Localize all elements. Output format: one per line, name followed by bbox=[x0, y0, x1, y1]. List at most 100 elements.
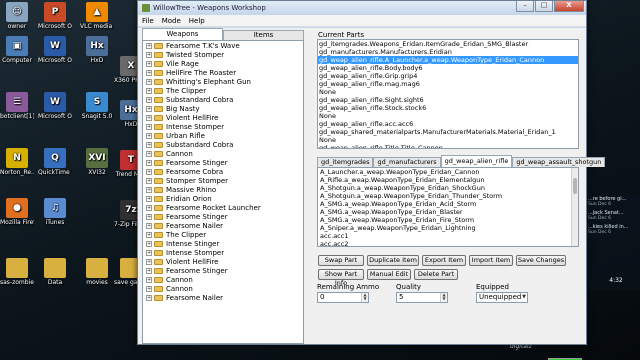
tree-node[interactable]: + The Clipper bbox=[143, 230, 303, 239]
part-category-tab[interactable]: gd_itemgrades bbox=[317, 157, 374, 167]
current-part-row[interactable]: gd_weap_alien_rifle.mag.mag6 bbox=[318, 80, 578, 88]
expand-icon[interactable]: + bbox=[146, 150, 152, 157]
part-option-row[interactable]: A_Sniper.a_weap.WeaponType_Eridan_Lightn… bbox=[318, 224, 578, 232]
tree-node[interactable]: + Fearsome Rocket Launcher bbox=[143, 203, 303, 212]
tree-node[interactable]: + The Clipper bbox=[143, 86, 303, 95]
desktop-icon[interactable]: sas-zombie... bbox=[0, 258, 34, 286]
equipped-select[interactable]: Unequipped ▼ bbox=[476, 292, 528, 303]
tree-node[interactable]: + Whitting's Elephant Gun bbox=[143, 77, 303, 86]
tree-node[interactable]: + Fearsome Cobra bbox=[143, 167, 303, 176]
desktop-icon[interactable]: ●Mozilla Firefox bbox=[0, 198, 34, 226]
expand-icon[interactable]: + bbox=[146, 213, 152, 220]
desktop-icon[interactable]: movies bbox=[80, 258, 114, 286]
title-bar[interactable]: WillowTree - Weapons Workshop – □ X bbox=[138, 1, 586, 15]
current-part-row[interactable]: gd_weap_shared_materialparts.Manufacture… bbox=[318, 128, 578, 136]
tree-node[interactable]: + Stomper Stomper bbox=[143, 176, 303, 185]
expand-icon[interactable]: + bbox=[146, 204, 152, 211]
desktop-icon[interactable]: Hx HxD bbox=[80, 36, 114, 64]
tab-items[interactable]: Items bbox=[223, 30, 304, 40]
part-options-scrollbar[interactable] bbox=[571, 168, 578, 246]
desktop-icon[interactable]: N Norton_Re... bbox=[0, 148, 34, 176]
expand-icon[interactable]: + bbox=[146, 78, 152, 85]
desktop-icon[interactable]: ▣ Computer bbox=[0, 36, 34, 64]
expand-icon[interactable]: + bbox=[146, 249, 152, 256]
tree-node[interactable]: + Fearsome Stinger bbox=[143, 212, 303, 221]
menu-mode[interactable]: Mode bbox=[162, 17, 181, 25]
tree-node[interactable]: + Intense Stinger bbox=[143, 239, 303, 248]
tree-node[interactable]: + Violent HellFire bbox=[143, 257, 303, 266]
expand-icon[interactable]: + bbox=[146, 267, 152, 274]
expand-icon[interactable]: + bbox=[146, 105, 152, 112]
part-option-row[interactable]: A_SMG.a_weap.WeaponType_Eridan_Fire_Stor… bbox=[318, 216, 578, 224]
notification-item[interactable]: ...jack Senat... Sun Dec 6 bbox=[586, 209, 640, 223]
current-part-row[interactable]: gd_manufacturers.Manufacturers.Eridian bbox=[318, 48, 578, 56]
expand-icon[interactable]: + bbox=[146, 51, 152, 58]
tree-node[interactable]: + Cannon bbox=[143, 284, 303, 293]
expand-icon[interactable]: + bbox=[146, 141, 152, 148]
tab-weapons[interactable]: Weapons bbox=[142, 28, 223, 40]
weapon-tree[interactable]: + Fearsome T.K's Wave + Twisted Stomper + Vil… bbox=[142, 40, 304, 344]
expand-icon[interactable]: + bbox=[146, 132, 152, 139]
desktop-icon[interactable]: ☺ owner bbox=[0, 2, 34, 30]
current-part-row[interactable]: None bbox=[318, 136, 578, 144]
swap-part-button[interactable]: Swap Part bbox=[318, 255, 364, 266]
tree-node[interactable]: + Intense Stomper bbox=[143, 248, 303, 257]
expand-icon[interactable]: + bbox=[146, 96, 152, 103]
part-option-row[interactable]: A_SMG.a_weap.WeaponType_Eridan_Blaster bbox=[318, 208, 578, 216]
desktop-icon[interactable]: WMicrosoft Office Wo... bbox=[38, 92, 72, 120]
part-option-row[interactable]: A_Shotgun.a_weap.WeaponType_Eridan_Thund… bbox=[318, 192, 578, 200]
tree-node[interactable]: + Fearsome T.K's Wave bbox=[143, 41, 303, 50]
part-option-row[interactable]: A_Shotgun.a_weap.WeaponType_Eridan_Shock… bbox=[318, 184, 578, 192]
tree-node[interactable]: + Fearsome Stinger bbox=[143, 158, 303, 167]
tree-node[interactable]: + Urban Rifle bbox=[143, 131, 303, 140]
spinner-arrows-icon[interactable]: ▲ ▼ bbox=[361, 293, 368, 302]
spinner-arrows-icon[interactable]: ▲ ▼ bbox=[440, 293, 447, 302]
minimize-button[interactable]: – bbox=[516, 1, 534, 12]
tree-node[interactable]: + Cannon bbox=[143, 275, 303, 284]
current-part-row[interactable]: None bbox=[318, 112, 578, 120]
menu-help[interactable]: Help bbox=[189, 17, 205, 25]
expand-icon[interactable]: + bbox=[146, 240, 152, 247]
tree-node[interactable]: + Cannon bbox=[143, 149, 303, 158]
expand-icon[interactable]: + bbox=[146, 231, 152, 238]
desktop-icon[interactable]: QQuickTime Player bbox=[38, 148, 72, 176]
expand-icon[interactable]: + bbox=[146, 258, 152, 265]
tree-node[interactable]: + Substandard Cobra bbox=[143, 95, 303, 104]
export-item-button[interactable]: Export Item bbox=[422, 255, 466, 266]
expand-icon[interactable]: + bbox=[146, 159, 152, 166]
import-item-button[interactable]: Import Item bbox=[469, 255, 513, 266]
tree-node[interactable]: + HellFire The Roaster bbox=[143, 68, 303, 77]
notification-item[interactable]: ...kies killed in... Sun Dec 6 bbox=[586, 223, 640, 237]
desktop-icon[interactable]: PMicrosoft Office Po... bbox=[38, 2, 72, 30]
delete-part-button[interactable]: Delete Part bbox=[414, 269, 458, 280]
expand-icon[interactable]: + bbox=[146, 114, 152, 121]
expand-icon[interactable]: + bbox=[146, 276, 152, 283]
part-option-row[interactable]: acc.acc1 bbox=[318, 232, 578, 240]
desktop-icon[interactable]: XVI XVI32 bbox=[80, 148, 114, 176]
expand-icon[interactable]: + bbox=[146, 195, 152, 202]
expand-icon[interactable]: + bbox=[146, 60, 152, 67]
desktop-icon[interactable]: S Snagit 5.0 bbox=[80, 92, 114, 120]
current-part-row[interactable]: gd_weap_alien_rifle.Grip.grip4 bbox=[318, 72, 578, 80]
show-part-info-button[interactable]: Show Part Info bbox=[318, 269, 364, 287]
expand-icon[interactable]: + bbox=[146, 285, 152, 292]
tree-node[interactable]: + Intense Stomper bbox=[143, 122, 303, 131]
desktop-icon[interactable]: ▲VLC media player bbox=[80, 2, 114, 30]
duplicate-item-button[interactable]: Duplicate Item bbox=[367, 255, 419, 266]
part-option-row[interactable]: acc.acc2 bbox=[318, 240, 578, 246]
current-part-row[interactable]: gd_weap_alien_rifle.Sight.sight6 bbox=[318, 96, 578, 104]
tree-node[interactable]: + Fearsome Stinger bbox=[143, 266, 303, 275]
part-options-list[interactable]: A_Launcher.a_weap.WeaponType_Eridan_Cann… bbox=[317, 167, 579, 247]
part-category-tab[interactable]: gd_weap_alien_rifle bbox=[440, 155, 513, 167]
tree-node[interactable]: + Fearsome Nailer bbox=[143, 293, 303, 302]
desktop-icon[interactable]: ♫ iTunes bbox=[38, 198, 72, 226]
expand-icon[interactable]: + bbox=[146, 69, 152, 76]
part-option-row[interactable]: A_SMG.a_weap.WeaponType_Eridan_Acid_Stor… bbox=[318, 200, 578, 208]
current-part-row[interactable]: gd_weap_alien_rifle.A_Launcher.a_weap.We… bbox=[318, 56, 578, 64]
expand-icon[interactable]: + bbox=[146, 222, 152, 229]
close-button[interactable]: X bbox=[554, 1, 584, 12]
menu-file[interactable]: File bbox=[142, 17, 154, 25]
tree-node[interactable]: + Massive Rhino bbox=[143, 185, 303, 194]
expand-icon[interactable]: + bbox=[146, 168, 152, 175]
tree-node[interactable]: + Twisted Stomper bbox=[143, 50, 303, 59]
